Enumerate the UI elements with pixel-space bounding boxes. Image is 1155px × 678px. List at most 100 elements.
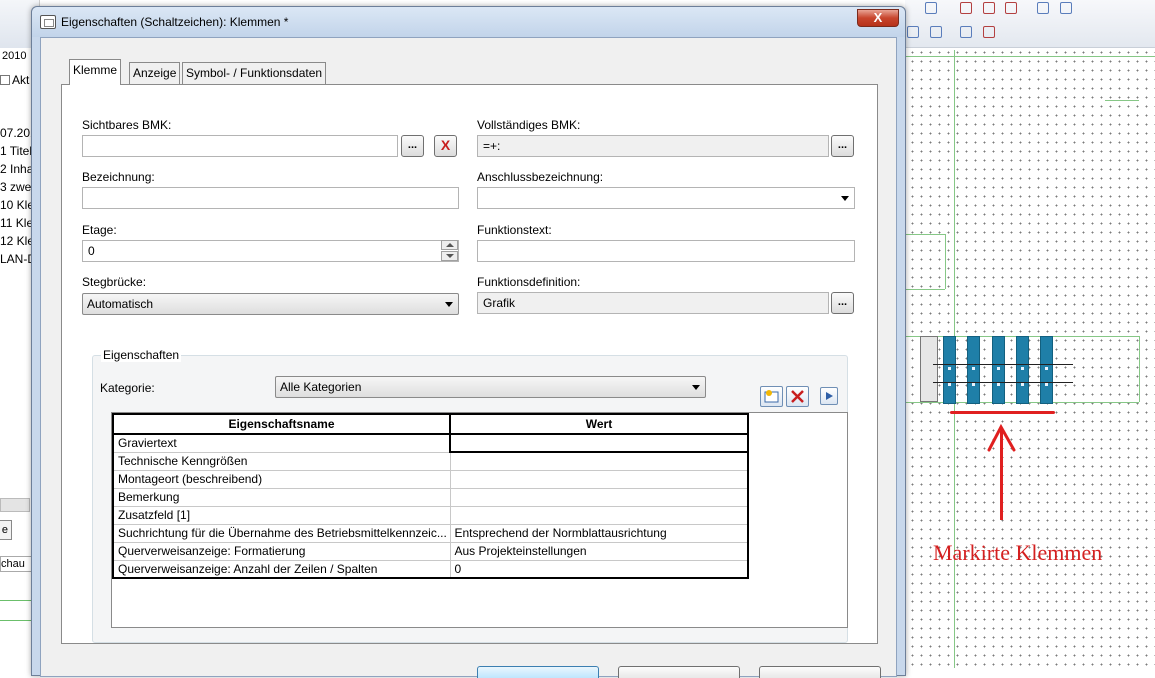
anschlussbezeichnung-label: Anschlussbezeichnung: [477,170,604,184]
frame-line [1139,336,1140,402]
etage-label: Etage: [82,223,117,237]
etage-spinbox[interactable]: 0 [82,240,459,262]
close-button[interactable]: X [857,9,899,27]
funktionsdefinition-label: Funktionsdefinition: [477,275,581,289]
vollstaendiges-bmk-field: =+: [477,135,829,157]
spin-down-icon[interactable] [441,251,458,261]
kategorie-select[interactable]: Alle Kategorien [275,376,706,398]
tab-anzeige[interactable]: Anzeige [129,62,181,84]
delete-property-button[interactable] [786,386,809,407]
chevron-down-icon [692,385,700,390]
kategorie-label: Kategorie: [100,381,155,395]
frame-line [905,56,1155,57]
arrow-up-icon [987,424,1016,452]
property-value[interactable]: 0 [449,559,749,579]
dialog-client-area: Klemme Anzeige Symbol- / Funktionsdaten … [40,37,897,678]
funktionstext-input[interactable] [477,240,855,262]
divider [0,620,32,621]
property-value[interactable]: Aus Projekteinstellungen [449,541,749,561]
table-row[interactable]: Bemerkung [112,487,749,507]
background-year-label: 2010 [2,50,27,62]
bezeichnung-label: Bezeichnung: [82,170,155,184]
property-name: Querverweisanzeige: Formatierung [112,541,451,561]
funktionsdefinition-browse-button[interactable]: ... [831,292,854,314]
tool-icon[interactable] [907,26,919,38]
window-icon [40,15,56,29]
column-header-eigenschaftsname[interactable]: Eigenschaftsname [112,413,451,435]
etage-spinner[interactable] [441,240,458,262]
property-value[interactable] [449,505,749,525]
property-value[interactable] [449,469,749,489]
anschlussbezeichnung-combo[interactable] [477,187,855,209]
background-akt-label: Akt [12,73,30,87]
new-property-button[interactable] [760,386,783,407]
tool-icon[interactable] [983,26,995,38]
terminal[interactable] [992,336,1005,404]
properties-table: Eigenschaftsname Wert Graviertext Techni… [111,412,848,628]
tool-icon[interactable] [930,26,942,38]
table-row[interactable]: Graviertext [112,433,749,453]
kategorie-value: Alle Kategorien [280,380,362,394]
funktionstext-label: Funktionstext: [477,223,552,237]
new-icon [764,390,779,403]
properties-dialog: Eigenschaften (Schaltzeichen): Klemmen *… [31,6,906,678]
terminal[interactable] [967,336,980,404]
chevron-down-icon [445,302,453,307]
property-value[interactable] [449,451,749,471]
table-row[interactable]: Technische Kenngrößen [112,451,749,471]
background-drawing-canvas: Markirte Klemmen [905,0,1155,668]
tab-panel-klemme: Sichtbares BMK: ... X Vollständiges BMK:… [61,84,878,644]
background-scrollbar[interactable] [0,498,30,512]
property-value[interactable]: Entsprechend der Normblattausrichtung [449,523,749,543]
table-row[interactable]: Querverweisanzeige: Formatierung Aus Pro… [112,541,749,561]
stegbruecke-select[interactable]: Automatisch [82,293,459,315]
tab-klemme[interactable]: Klemme [69,59,122,85]
sichtbares-bmk-browse-button[interactable]: ... [401,135,424,157]
stegbruecke-value: Automatisch [87,297,154,311]
delete-icon: X [440,137,451,153]
property-name: Montageort (beschreibend) [112,469,451,489]
table-row[interactable]: Suchrichtung für die Übernahme des Betri… [112,523,749,543]
play-right-icon [826,392,833,400]
bezeichnung-input[interactable] [82,187,459,209]
tool-icon[interactable] [925,2,937,14]
tool-icon[interactable] [960,26,972,38]
property-name: Suchrichtung für die Übernahme des Betri… [112,523,451,543]
table-row[interactable]: Montageort (beschreibend) [112,469,749,489]
tool-icon[interactable] [1037,2,1049,14]
vollstaendiges-bmk-browse-button[interactable]: ... [831,135,854,157]
sichtbares-bmk-delete-button[interactable]: X [434,135,457,157]
frame-line [1105,100,1139,101]
property-name: Zusatzfeld [1] [112,505,451,525]
eigenschaften-group: Eigenschaften Kategorie: Alle Kategorien [92,348,848,643]
tool-icon[interactable] [1060,2,1072,14]
background-akt-checkbox[interactable]: Akt [0,73,29,87]
property-value[interactable] [449,487,749,507]
etage-value: 0 [88,244,95,258]
property-name: Bemerkung [112,487,451,507]
tab-symbol-funktionsdaten[interactable]: Symbol- / Funktionsdaten [182,62,327,84]
terminal[interactable] [943,336,956,404]
annotation-text: Markirte Klemmen [933,540,1103,565]
expand-button[interactable] [820,387,838,405]
stegbruecke-label: Stegbrücke: [82,275,147,289]
tool-icon[interactable] [983,2,995,14]
background-button[interactable]: e [0,520,12,540]
dialog-titlebar[interactable]: Eigenschaften (Schaltzeichen): Klemmen *… [32,7,905,37]
wire [933,364,1073,365]
tool-icon[interactable] [1005,2,1017,14]
background-tab[interactable]: chau [0,556,32,572]
sichtbares-bmk-input[interactable] [82,135,398,157]
spin-up-icon[interactable] [441,240,458,250]
column-header-wert[interactable]: Wert [449,413,749,435]
terminal[interactable] [1040,336,1053,404]
terminal-end-plate[interactable] [920,336,938,402]
table-row[interactable]: Zusatzfeld [1] [112,505,749,525]
tool-icon[interactable] [960,2,972,14]
property-name: Graviertext [112,433,451,453]
property-value-input[interactable] [449,433,749,453]
background-toolbar [905,0,1155,48]
terminal[interactable] [1016,336,1029,404]
table-row[interactable]: Querverweisanzeige: Anzahl der Zeilen / … [112,559,749,579]
sichtbares-bmk-label: Sichtbares BMK: [82,118,172,132]
